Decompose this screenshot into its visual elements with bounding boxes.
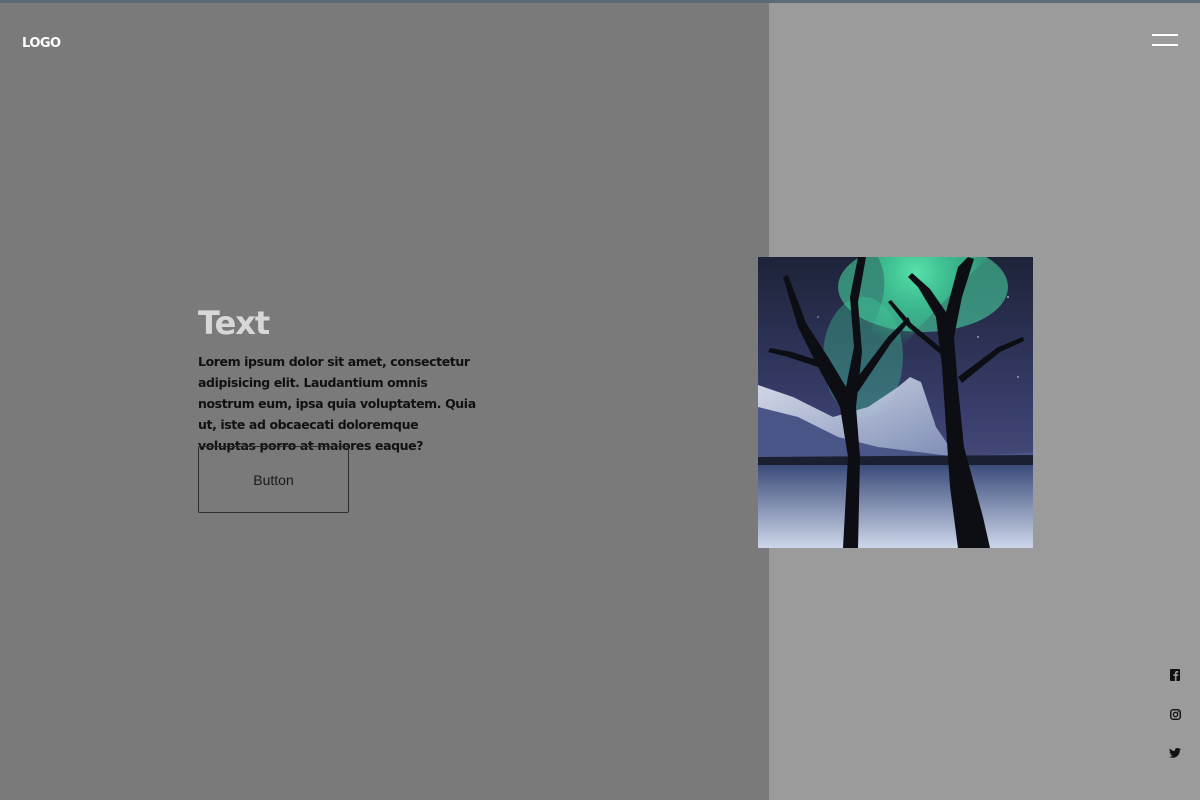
menu-line-top bbox=[1152, 34, 1178, 36]
aurora-landscape-image bbox=[758, 257, 1033, 548]
hero-image bbox=[758, 257, 1033, 548]
twitter-icon[interactable] bbox=[1166, 744, 1184, 762]
facebook-icon[interactable] bbox=[1166, 666, 1184, 684]
menu-line-bottom bbox=[1152, 44, 1178, 46]
instagram-icon[interactable] bbox=[1166, 705, 1184, 723]
hero-title: Text bbox=[198, 304, 270, 342]
hero-body-text: Lorem ipsum dolor sit amet, consectetur … bbox=[198, 354, 476, 453]
hamburger-menu-icon[interactable] bbox=[1152, 32, 1178, 48]
hero-button[interactable]: Button bbox=[198, 446, 349, 513]
top-border bbox=[0, 0, 1200, 3]
logo[interactable]: LOGO bbox=[22, 36, 61, 51]
